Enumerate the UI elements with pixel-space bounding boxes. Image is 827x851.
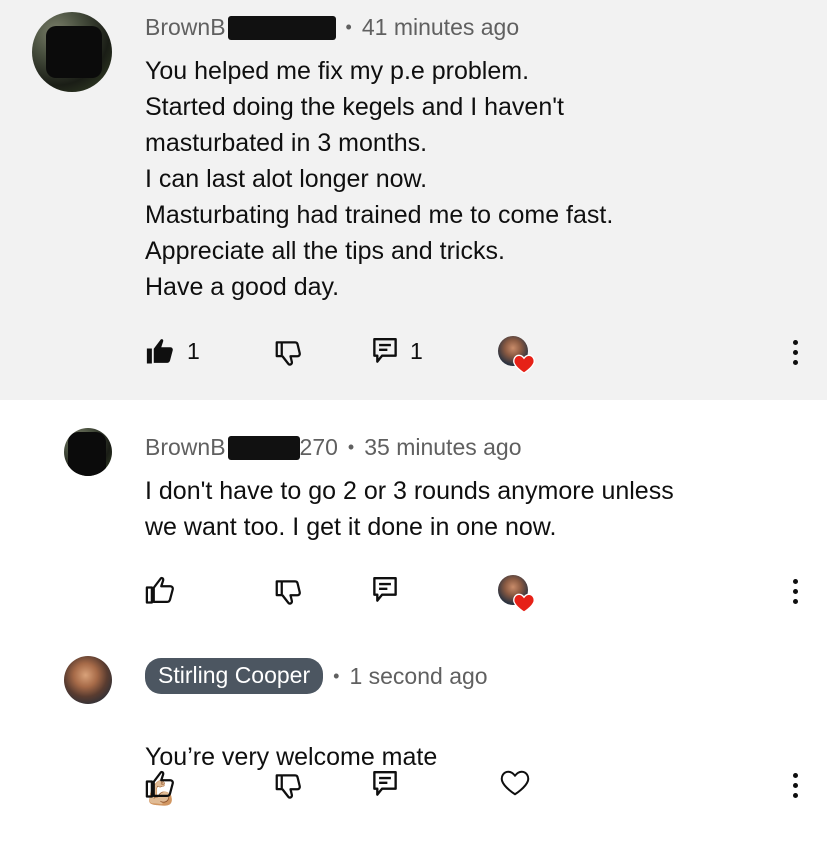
timestamp[interactable]: 1 second ago [349, 663, 487, 690]
comment-meta: Stirling Cooper • 1 second ago [145, 658, 488, 694]
separator-dot: • [345, 17, 352, 37]
comment: BrownB 270 • 35 minutes ago I don't have… [0, 400, 827, 640]
timestamp[interactable]: 41 minutes ago [362, 14, 519, 41]
dislike-button[interactable] [273, 338, 303, 368]
reply-count: 1 [410, 337, 423, 364]
creator-heart-badge [498, 575, 535, 613]
more-vert-icon[interactable] [789, 773, 801, 798]
creator-name-chip[interactable]: Stirling Cooper [145, 658, 324, 694]
reply-icon [372, 769, 398, 799]
redacted-author-part [227, 435, 300, 460]
thumbs-down-icon [273, 338, 303, 368]
comment-actions [0, 573, 827, 613]
comment-text: I don't have to go 2 or 3 rounds anymore… [145, 477, 674, 541]
heart-icon [500, 769, 530, 797]
comment-meta: BrownB 270 • 35 minutes ago [145, 434, 522, 461]
thumbs-down-icon [273, 577, 303, 607]
dislike-button[interactable] [273, 771, 303, 801]
reply-icon [372, 575, 398, 605]
heart-button[interactable] [500, 769, 530, 797]
avatar[interactable] [32, 12, 112, 92]
reply-button[interactable] [372, 575, 398, 605]
like-button[interactable] [145, 575, 175, 605]
reply-button[interactable]: 1 [372, 336, 423, 366]
reply-icon [372, 336, 398, 366]
creator-heart-badge [498, 336, 535, 374]
comment: Stirling Cooper • 1 second ago You’re ve… [0, 640, 827, 851]
heart-icon [513, 354, 535, 374]
reply-button[interactable] [372, 769, 398, 799]
like-button[interactable] [145, 769, 175, 799]
separator-dot: • [347, 437, 355, 457]
like-count: 1 [187, 337, 200, 364]
thumbs-up-icon [145, 575, 175, 605]
thumbs-down-icon [273, 771, 303, 801]
thumbs-up-icon [145, 336, 175, 366]
redacted-author-part [227, 15, 336, 40]
more-vert-icon[interactable] [789, 340, 801, 365]
heart-icon [513, 593, 535, 613]
avatar[interactable] [64, 428, 112, 476]
like-button[interactable]: 1 [145, 336, 200, 366]
thumbs-up-icon [145, 769, 175, 799]
comment-actions: 1 1 [0, 334, 827, 374]
dislike-button[interactable] [273, 577, 303, 607]
author-name-tail[interactable]: 270 [300, 434, 338, 461]
author-name[interactable]: BrownB [145, 434, 226, 461]
comment-text: You helped me fix my p.e problem. Starte… [145, 57, 614, 301]
author-name[interactable]: BrownB [145, 14, 226, 41]
comment-actions [0, 767, 827, 807]
avatar[interactable] [64, 656, 112, 704]
comment-meta: BrownB • 41 minutes ago [145, 14, 519, 41]
highlighted-comment: BrownB • 41 minutes ago You helped me fi… [0, 0, 827, 400]
more-vert-icon[interactable] [789, 579, 801, 604]
timestamp[interactable]: 35 minutes ago [364, 434, 521, 461]
separator-dot: • [333, 665, 340, 686]
